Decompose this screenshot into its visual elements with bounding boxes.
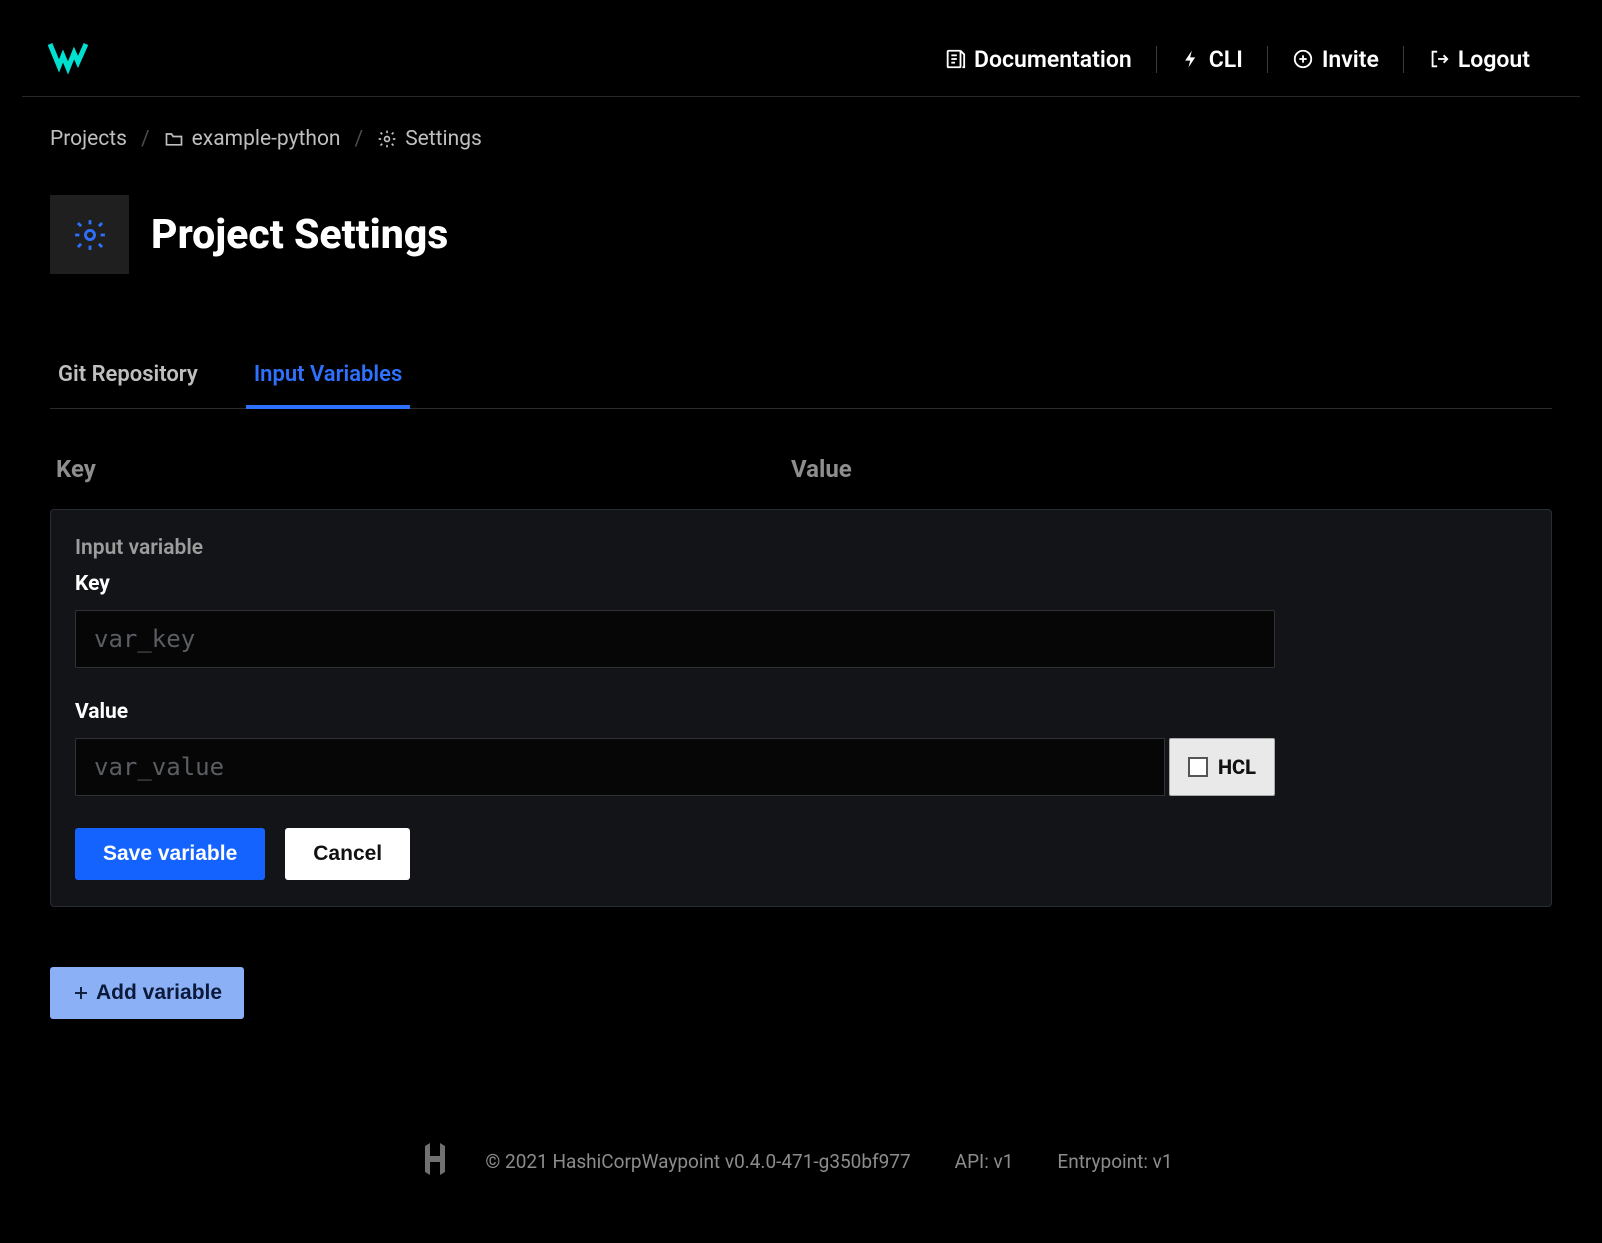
bolt-icon xyxy=(1181,49,1201,69)
plus-circle-icon xyxy=(1292,48,1314,70)
hashicorp-icon xyxy=(419,1142,451,1181)
breadcrumb-separator: / xyxy=(355,127,364,151)
hcl-checkbox[interactable] xyxy=(1188,757,1208,777)
logout-label: Logout xyxy=(1458,46,1530,73)
add-variable-button[interactable]: Add variable xyxy=(50,967,244,1019)
column-header-key: Key xyxy=(56,455,791,483)
documentation-label: Documentation xyxy=(974,46,1132,73)
plus-icon xyxy=(72,984,90,1002)
footer-version: Waypoint v0.4.0-471-g350bf977 xyxy=(642,1150,911,1173)
tab-git-repository[interactable]: Git Repository xyxy=(50,362,206,409)
invite-link[interactable]: Invite xyxy=(1267,46,1403,73)
page-title: Project Settings xyxy=(151,211,448,259)
title-icon-box xyxy=(50,195,129,274)
key-input[interactable] xyxy=(75,610,1275,668)
footer: © 2021 HashiCorpWaypoint v0.4.0-471-g350… xyxy=(22,1102,1580,1221)
breadcrumb: Projects / example-python / Settings xyxy=(50,127,1552,151)
value-input[interactable] xyxy=(75,738,1165,796)
column-header-value: Value xyxy=(791,455,852,483)
breadcrumb-projects[interactable]: Projects xyxy=(50,127,127,151)
document-icon xyxy=(944,48,966,70)
waypoint-logo[interactable] xyxy=(48,42,88,76)
footer-copyright: © 2021 HashiCorp xyxy=(485,1150,641,1173)
breadcrumb-separator: / xyxy=(141,127,150,151)
cancel-button[interactable]: Cancel xyxy=(285,828,410,880)
breadcrumb-project-label: example-python xyxy=(192,127,341,151)
key-field-label: Key xyxy=(75,572,1527,596)
breadcrumb-settings: Settings xyxy=(377,127,482,151)
hcl-label: HCL xyxy=(1218,755,1256,779)
hcl-toggle[interactable]: HCL xyxy=(1169,738,1275,796)
documentation-link[interactable]: Documentation xyxy=(920,46,1156,73)
footer-entrypoint: Entrypoint: v1 xyxy=(1047,1150,1182,1173)
gear-icon xyxy=(377,129,397,149)
add-variable-label: Add variable xyxy=(96,981,222,1005)
invite-label: Invite xyxy=(1322,46,1379,73)
card-title: Input variable xyxy=(75,536,1527,560)
gear-icon xyxy=(73,218,107,252)
cli-link[interactable]: CLI xyxy=(1156,46,1267,73)
save-variable-button[interactable]: Save variable xyxy=(75,828,265,880)
tab-input-variables[interactable]: Input Variables xyxy=(246,362,410,409)
folder-icon xyxy=(164,129,184,149)
value-field-label: Value xyxy=(75,700,1527,724)
input-variable-card: Input variable Key Value HCL Save variab… xyxy=(50,509,1552,907)
breadcrumb-project[interactable]: example-python xyxy=(164,127,341,151)
logout-link[interactable]: Logout xyxy=(1403,46,1554,73)
logout-icon xyxy=(1428,48,1450,70)
tabs: Git Repository Input Variables xyxy=(50,362,1552,409)
cli-label: CLI xyxy=(1209,46,1243,73)
breadcrumb-settings-label: Settings xyxy=(405,127,482,151)
footer-api: API: v1 xyxy=(945,1150,1024,1173)
